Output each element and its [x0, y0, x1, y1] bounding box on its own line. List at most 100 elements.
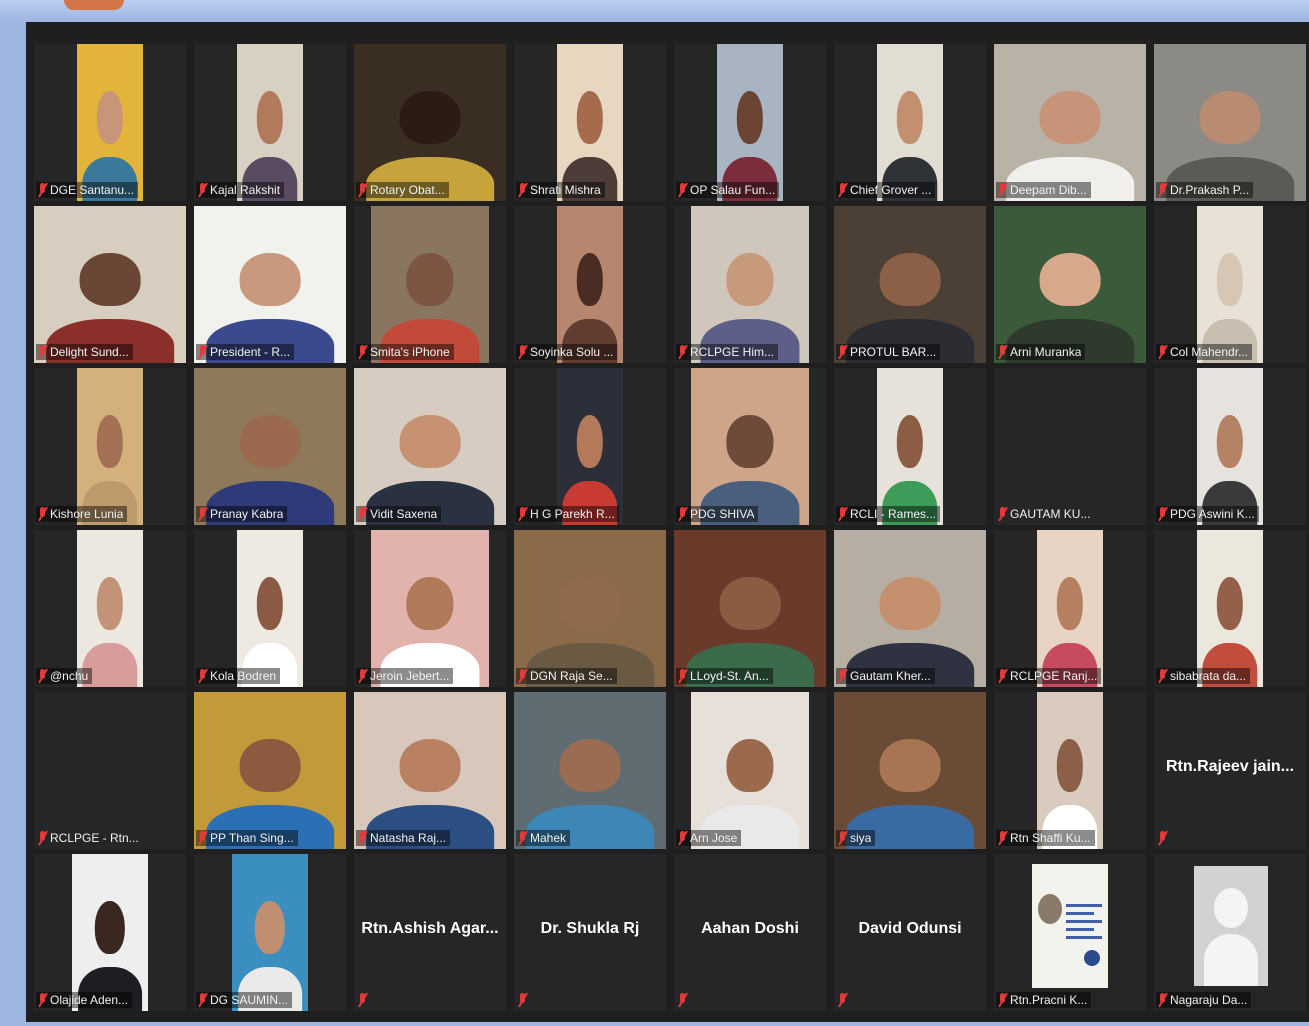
participant-tile[interactable]: siya [834, 692, 986, 849]
participant-name-tag: siya [836, 830, 876, 846]
muted-microphone-icon [1158, 182, 1168, 198]
participant-tile[interactable]: DGE Santanu... [34, 44, 186, 201]
muted-microphone-icon [358, 830, 368, 846]
participant-tile[interactable]: Jeroin Jebert... [354, 530, 506, 687]
participant-name-tag: Rtn Shaffi Ku... [996, 830, 1095, 846]
muted-microphone-icon [1158, 506, 1168, 522]
participant-tile[interactable]: President - R... [194, 206, 346, 363]
participant-tile[interactable]: sibabrata da... [1154, 530, 1306, 687]
participant-tile[interactable]: Arni Muranka [994, 206, 1146, 363]
participant-tile[interactable]: Gautam Kher... [834, 530, 986, 687]
participant-face [1056, 739, 1084, 793]
participant-tile[interactable]: Dr. Shukla Rj [514, 854, 666, 1011]
participant-tile[interactable]: Col Mahendr... [1154, 206, 1306, 363]
participant-name: Soyinka Solu ... [530, 345, 614, 359]
participant-tile[interactable]: DG SAUMIN... [194, 854, 346, 1011]
participant-name-tag: RCLPGE Ranj... [996, 668, 1102, 684]
muted-microphone-icon [358, 182, 368, 198]
participant-tile[interactable]: RCLPGE - Rtn... [34, 692, 186, 849]
participant-name-tag: Smita's iPhone [356, 344, 454, 360]
participant-name: Gautam Kher... [850, 669, 931, 683]
participant-name-tag: RCLPGE - Rtn... [36, 830, 143, 846]
participant-name-tag [356, 992, 371, 1008]
participant-tile[interactable]: Arn Jose [674, 692, 826, 849]
participant-video [1197, 368, 1263, 525]
participant-tile[interactable]: Delight Sund... [34, 206, 186, 363]
participant-tile[interactable]: Mahek [514, 692, 666, 849]
participant-name: PDG Aswini K... [1170, 507, 1255, 521]
participant-tile[interactable]: OP Salau Fun... [674, 44, 826, 201]
participant-tile[interactable]: Natasha Raj... [354, 692, 506, 849]
participant-tile[interactable]: RCLI - Rames... [834, 368, 986, 525]
participant-name: PP Than Sing... [210, 831, 294, 845]
participant-tile[interactable]: Shrati Mishra [514, 44, 666, 201]
participant-name: Deepam Dib... [1010, 183, 1087, 197]
participant-video [1037, 530, 1103, 687]
participant-tile[interactable]: Nagaraju Da... [1154, 854, 1306, 1011]
participant-face [1039, 253, 1101, 307]
participant-tile[interactable]: Pranay Kabra [194, 368, 346, 525]
participant-name-tag: Kajal Rakshit [196, 182, 285, 198]
window-top-strip [0, 0, 1309, 20]
participant-video [877, 368, 943, 525]
participant-video [674, 530, 826, 687]
participant-tile[interactable]: @nchu [34, 530, 186, 687]
participant-tile[interactable]: RCLPGE Him... [674, 206, 826, 363]
participant-name: Arni Muranka [1010, 345, 1082, 359]
participant-tile[interactable]: Smita's iPhone [354, 206, 506, 363]
participant-tile[interactable]: Rtn.Pracni K... [994, 854, 1146, 1011]
participant-tile[interactable]: Kishore Lunia [34, 368, 186, 525]
participant-name: Natasha Raj... [370, 831, 447, 845]
participant-tile[interactable]: Deepam Dib... [994, 44, 1146, 201]
participant-tile[interactable]: PP Than Sing... [194, 692, 346, 849]
participant-tile[interactable]: Rtn Shaffi Ku... [994, 692, 1146, 849]
flyer-text-line [1066, 912, 1094, 915]
muted-microphone-icon [678, 992, 688, 1008]
participant-face [1216, 577, 1244, 631]
muted-microphone-icon [678, 668, 688, 684]
participant-face [256, 577, 284, 631]
muted-microphone-icon [838, 830, 848, 846]
participant-tile[interactable]: GAUTAM KU... [994, 368, 1146, 525]
muted-microphone-icon [678, 830, 688, 846]
participant-tile[interactable]: Aahan Doshi [674, 854, 826, 1011]
participant-video [557, 206, 623, 363]
participant-name-tag: President - R... [196, 344, 295, 360]
participant-name-tag: RCLI - Rames... [836, 506, 941, 522]
participant-tile[interactable]: DGN Raja Se... [514, 530, 666, 687]
participant-tile[interactable]: Olajide Aden... [34, 854, 186, 1011]
participant-tile[interactable]: Rotary Obat... [354, 44, 506, 201]
participant-video [1037, 692, 1103, 849]
participant-tile[interactable]: Vidit Saxena [354, 368, 506, 525]
participant-name-tag: DGE Santanu... [36, 182, 139, 198]
muted-microphone-icon [518, 182, 528, 198]
muted-microphone-icon [838, 182, 848, 198]
participant-tile[interactable]: RCLPGE Ranj... [994, 530, 1146, 687]
participant-face [256, 91, 284, 145]
participant-tile[interactable]: Rtn.Ashish Agar... [354, 854, 506, 1011]
muted-microphone-icon [358, 668, 368, 684]
muted-microphone-icon [198, 668, 208, 684]
participant-tile[interactable]: Rtn.Rajeev jain... [1154, 692, 1306, 849]
participant-tile[interactable]: Kola Bodren [194, 530, 346, 687]
participant-tile[interactable]: PDG SHIVA [674, 368, 826, 525]
participant-tile[interactable]: H G Parekh R... [514, 368, 666, 525]
participant-tile[interactable]: Chief Grover ... [834, 44, 986, 201]
participant-name: Rtn Shaffi Ku... [1010, 831, 1091, 845]
participant-tile[interactable]: Kajal Rakshit [194, 44, 346, 201]
participant-face [719, 577, 781, 631]
participant-name-tag: H G Parekh R... [516, 506, 619, 522]
participant-face [239, 739, 301, 793]
participant-tile[interactable]: David Odunsi [834, 854, 986, 1011]
participant-video [691, 368, 809, 525]
participant-face [1216, 253, 1244, 307]
participant-tile[interactable]: LLoyd-St. An... [674, 530, 826, 687]
participant-tile[interactable]: PDG Aswini K... [1154, 368, 1306, 525]
participant-tile[interactable]: Soyinka Solu ... [514, 206, 666, 363]
participant-face [96, 415, 124, 469]
participant-name-tag: Delight Sund... [36, 344, 133, 360]
participant-tile[interactable]: PROTUL BAR... [834, 206, 986, 363]
participant-face [576, 415, 604, 469]
participant-face [406, 577, 454, 631]
participant-tile[interactable]: Dr.Prakash P... [1154, 44, 1306, 201]
